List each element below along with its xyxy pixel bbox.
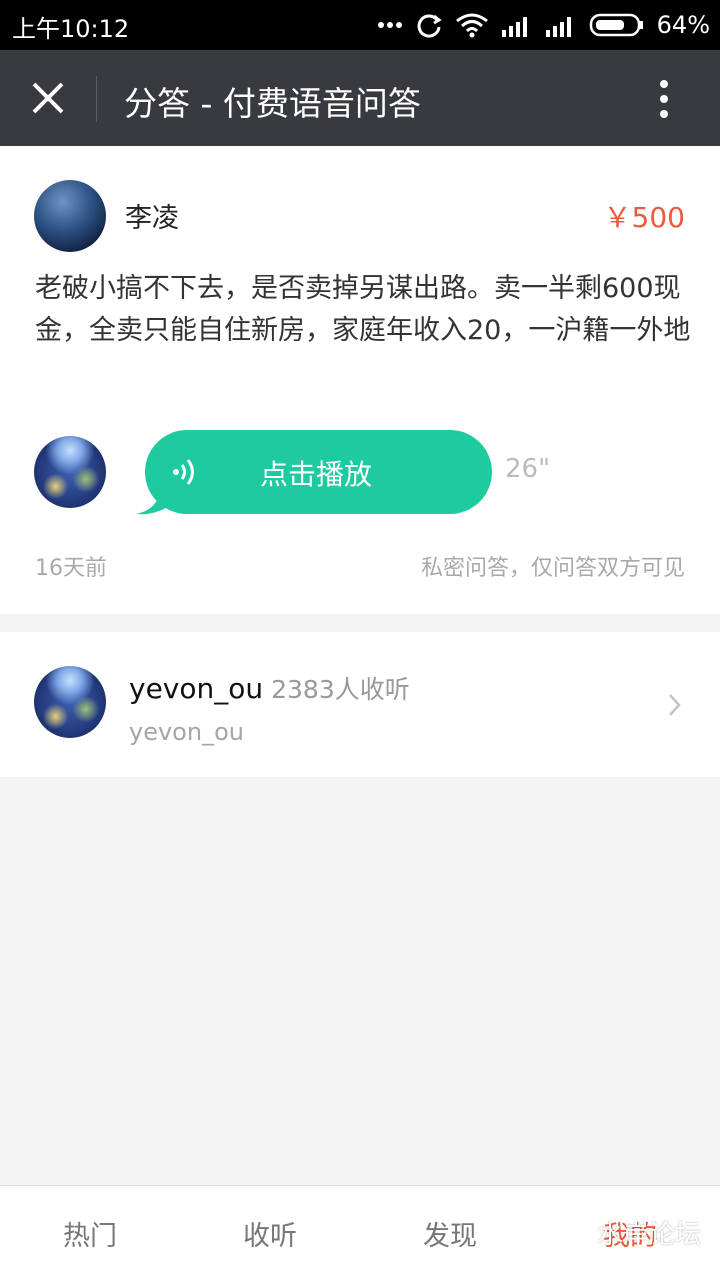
question-text: 老破小搞不下去，是否卖掉另谋出路。卖一半剩600现金，全卖只能自住新房，家庭年收…: [35, 273, 691, 346]
play-label: 点击播放: [260, 458, 373, 491]
chevron-right-icon[interactable]: [664, 692, 684, 718]
watermark: 水岸论坛: [555, 1212, 701, 1252]
more-dots-icon: [377, 22, 402, 28]
question-card: 李凌 ￥500 老破小搞不下去，是否卖掉另谋出路。卖一半剩600现金，全卖只能自…: [0, 146, 720, 614]
voice-wave-icon: [173, 459, 194, 485]
page-title: 分答 - 付费语音问答: [124, 84, 421, 123]
tab-listen[interactable]: 收听: [180, 1214, 360, 1253]
asker-name[interactable]: 李凌: [125, 196, 179, 235]
privacy-note: 私密问答，仅问答双方可见: [420, 556, 685, 581]
listen-count: 2383人收听: [271, 675, 410, 704]
answerer-avatar[interactable]: [34, 666, 106, 738]
answerer-name: yevon_ou: [129, 672, 264, 705]
answerer-card[interactable]: yevon_ou 2383人收听 yevon_ou: [0, 632, 720, 777]
status-time: 上午10:12: [12, 15, 130, 43]
title-divider: [96, 76, 97, 122]
battery-percent: 64%: [656, 11, 710, 39]
tab-hot[interactable]: 热门: [0, 1214, 180, 1253]
more-vertical-icon[interactable]: [650, 78, 678, 120]
time-ago: 16天前: [35, 556, 107, 581]
status-bar: 上午10:12 64%: [0, 0, 720, 50]
answerer-avatar-small[interactable]: [34, 436, 106, 508]
signal-icon: [501, 17, 527, 37]
signal-icon: [545, 17, 571, 37]
answerer-subtitle: yevon_ou: [129, 718, 244, 746]
sync-icon: [417, 14, 442, 38]
battery-icon: [589, 13, 643, 37]
close-icon[interactable]: [26, 76, 70, 120]
wechat-logo-icon: [556, 1218, 592, 1246]
tab-discover[interactable]: 发现: [360, 1214, 540, 1253]
play-voice-button[interactable]: 点击播放: [145, 430, 492, 514]
voice-duration: 26": [505, 454, 551, 484]
asker-avatar[interactable]: [34, 180, 106, 252]
wifi-icon: [455, 13, 488, 38]
question-price: ￥500: [603, 201, 685, 234]
title-bar: 分答 - 付费语音问答: [0, 50, 720, 146]
status-icons: 64%: [377, 8, 710, 42]
answerer-name-line: yevon_ou 2383人收听: [129, 670, 410, 706]
watermark-text: 水岸论坛: [597, 1219, 702, 1250]
